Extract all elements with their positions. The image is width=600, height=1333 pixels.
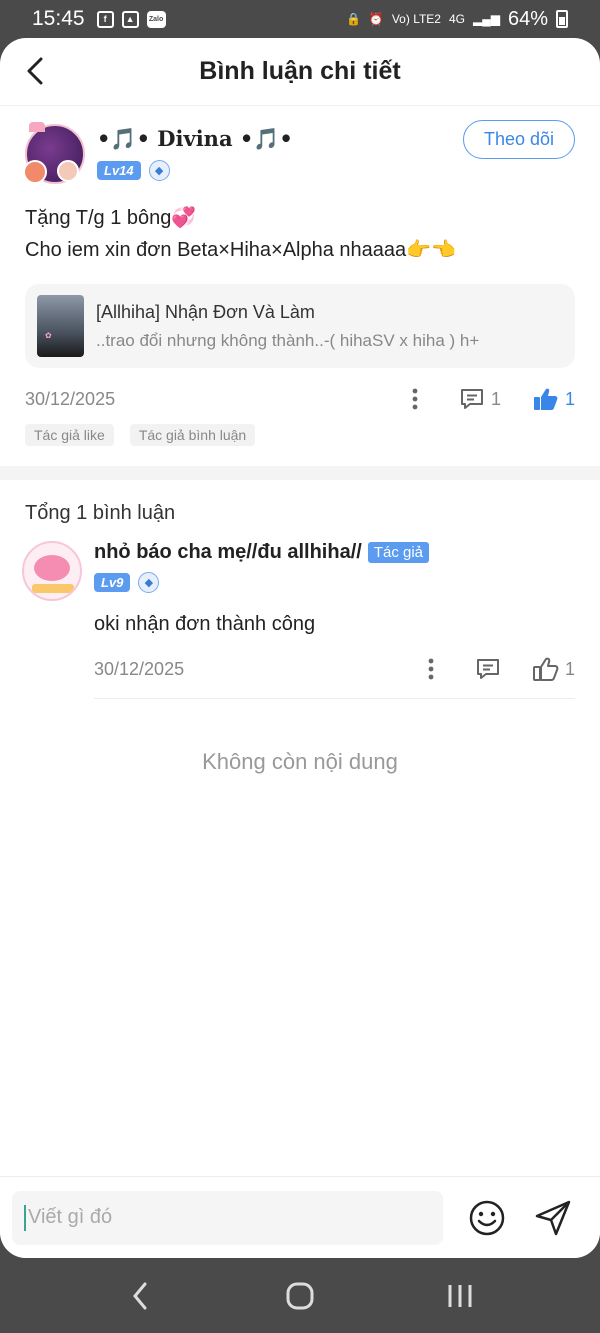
reply-comment-button[interactable] <box>475 657 501 681</box>
comment-icon <box>476 659 499 679</box>
lte-label: Vo) LTE2 <box>391 12 441 26</box>
section-divider <box>0 466 600 480</box>
nav-back-icon <box>133 1282 147 1309</box>
level-badge: Lv14 <box>97 161 141 180</box>
status-bar: 15:45 f ▲ Zalo 🔒 ⏰ Vo) LTE2 4G ▂▄▆ 64% <box>0 0 600 38</box>
avatar-frame-decoration <box>32 584 74 593</box>
username[interactable]: •🎵• Divina •🎵• <box>97 126 293 152</box>
more-button[interactable] <box>419 657 443 681</box>
author-badge: Tác giả <box>367 542 430 563</box>
post-title: [Allhiha] Nhận Đơn Và Làm <box>96 301 315 322</box>
text-caret <box>24 1204 26 1231</box>
network-label: 4G <box>448 12 465 26</box>
action-buttons: 1 1 <box>403 387 575 411</box>
reply-name-row: nhỏ báo cha mẹ//đu allhiha// Tác giả <box>94 541 575 564</box>
reply-divider <box>94 698 575 699</box>
reply-body: nhỏ báo cha mẹ//đu allhiha// Tác giả Lv9… <box>94 541 575 699</box>
follow-button[interactable]: Theo dõi <box>463 120 575 159</box>
app-screen: Bình luận chi tiết •🎵• Divina •🎵• Lv14 ◆… <box>0 38 600 1258</box>
page-title: Bình luận chi tiết <box>199 57 401 85</box>
zalo-icon: Zalo <box>146 10 166 28</box>
avatar-sticker <box>34 555 70 581</box>
emoji-button[interactable] <box>468 1199 506 1237</box>
total-comments-label: Tổng 1 bình luận <box>25 502 176 524</box>
author-commented-tag: Tác giả bình luận <box>129 424 256 446</box>
thumbs-up-icon <box>533 388 558 410</box>
shield-badge-icon: ◆ <box>148 160 170 181</box>
system-nav-bar <box>0 1258 600 1333</box>
avatar-frame-decoration <box>29 122 45 132</box>
author-tags: Tác giả like Tác giả bình luận <box>25 424 575 446</box>
comment-date: 30/12/2025 <box>25 388 116 409</box>
comment-icon <box>460 389 483 409</box>
nav-recents-button[interactable] <box>440 1276 480 1316</box>
username[interactable]: nhỏ báo cha mẹ//đu allhiha// <box>94 541 362 564</box>
nav-recents-icon <box>448 1284 472 1307</box>
avatar[interactable] <box>23 122 85 184</box>
more-vertical-icon <box>428 658 434 680</box>
comment-text: Tặng T/g 1 bông💞 Cho iem xin đơn Beta×Hi… <box>25 202 575 266</box>
post-info: [Allhiha] Nhận Đơn Và Làm ..trao đổi như… <box>96 302 479 351</box>
reply-item: nhỏ báo cha mẹ//đu allhiha// Tác giả Lv9… <box>0 525 600 699</box>
gallery-icon: ▲ <box>121 10 139 28</box>
user-badges: Lv9 ◆ <box>94 572 575 593</box>
facebook-icon: f <box>96 10 114 28</box>
signal-icon: ▂▄▆ <box>473 12 500 26</box>
nav-home-button[interactable] <box>280 1276 320 1316</box>
comment-input-bar <box>0 1176 600 1258</box>
more-button[interactable] <box>403 387 427 411</box>
comment-actions: 30/12/2025 1 1 <box>25 384 575 414</box>
back-button[interactable] <box>20 56 50 86</box>
comment-input-box[interactable] <box>12 1190 443 1245</box>
user-badges: Lv14 ◆ <box>97 160 293 181</box>
reply-action-buttons: 1 <box>419 657 575 681</box>
comment-button[interactable]: 1 <box>459 387 501 411</box>
lock-icon: 🔒 <box>345 12 361 26</box>
avatar-sticker <box>23 160 47 184</box>
like-count: 1 <box>564 658 575 679</box>
alarm-icon: ⏰ <box>368 12 384 26</box>
level-badge: Lv9 <box>94 573 131 592</box>
comment-line: Tặng T/g 1 bông💞 <box>25 207 197 229</box>
reply-text: oki nhận đơn thành công <box>94 613 316 635</box>
main-comment: •🎵• Divina •🎵• Lv14 ◆ Theo dõi Tặng T/g … <box>0 106 600 446</box>
reply-like-button[interactable]: 1 <box>532 657 575 681</box>
status-notification-icons: f ▲ Zalo <box>96 10 166 28</box>
nav-home-icon <box>286 1282 314 1309</box>
status-system-icons: 🔒 ⏰ Vo) LTE2 4G ▂▄▆ 64% <box>346 8 568 31</box>
comment-line: Cho iem xin đơn Beta×Hiha×Alpha nhaaaa👉👈 <box>25 239 456 261</box>
battery-icon <box>556 10 568 28</box>
back-arrow-icon <box>27 57 43 85</box>
like-button[interactable]: 1 <box>533 387 575 411</box>
comment-count: 1 <box>490 388 501 409</box>
battery-percent: 64% <box>507 7 548 30</box>
like-count: 1 <box>564 388 575 409</box>
linked-post-card[interactable]: ✿ [Allhiha] Nhận Đơn Và Làm ..trao đổi n… <box>25 284 575 368</box>
avatar-sticker <box>57 160 79 182</box>
shield-badge-icon: ◆ <box>138 572 160 593</box>
reply-date: 30/12/2025 <box>94 658 185 679</box>
send-button[interactable] <box>534 1199 572 1237</box>
status-time: 15:45 <box>32 7 85 30</box>
header: Bình luận chi tiết <box>0 38 600 106</box>
emoji-icon <box>469 1200 505 1235</box>
thumbs-up-icon <box>532 657 559 681</box>
more-vertical-icon <box>412 388 418 410</box>
nav-back-button[interactable] <box>120 1276 160 1316</box>
user-meta: •🎵• Divina •🎵• Lv14 ◆ <box>97 124 293 181</box>
comment-input[interactable] <box>28 1206 408 1229</box>
post-thumbnail: ✿ <box>37 295 84 357</box>
reply-actions: 30/12/2025 1 <box>94 654 575 684</box>
no-more-content-label: Không còn nội dung <box>202 749 398 774</box>
author-liked-tag: Tác giả like <box>25 424 114 446</box>
send-icon <box>535 1200 571 1235</box>
avatar[interactable] <box>22 541 82 601</box>
post-subtitle: ..trao đổi nhưng không thành..-( hihaSV … <box>96 330 480 350</box>
